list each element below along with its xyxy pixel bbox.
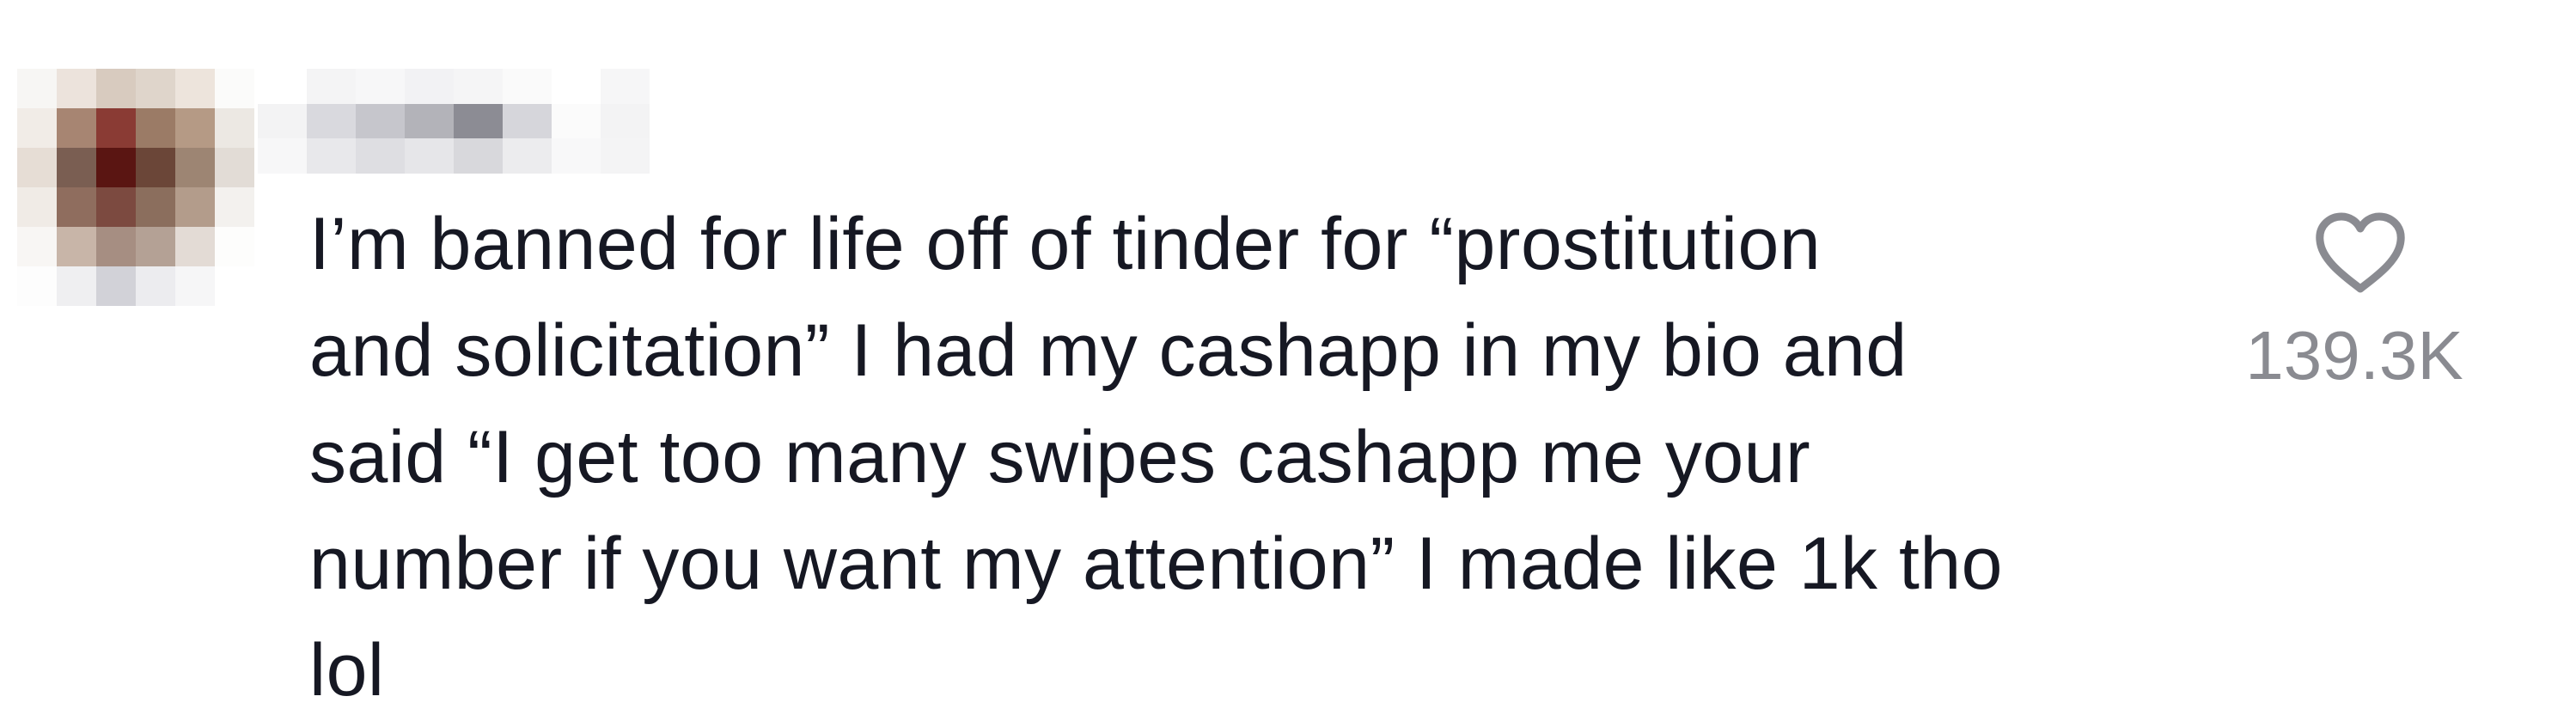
comment-text-line: number if you want my attention” I made … [309, 522, 2003, 605]
comment-item: I’m banned for life off of tinder for “p… [0, 0, 2576, 727]
comment-text-line: lol [309, 629, 385, 712]
comment-text-line: and solicitation” I had my cashapp in my… [309, 309, 1908, 392]
username-redacted[interactable] [258, 69, 650, 174]
like-count: 139.3K [2245, 317, 2463, 394]
comment-text: I’m banned for life off of tinder for “p… [309, 191, 2251, 724]
comment-text-line: said “I get too many swipes cashapp me y… [309, 416, 1811, 498]
like-button[interactable]: 139.3K [2200, 206, 2509, 412]
avatar[interactable] [17, 69, 254, 306]
heart-outline-icon[interactable] [2313, 211, 2408, 297]
comment-text-line: I’m banned for life off of tinder for “p… [309, 203, 1822, 285]
